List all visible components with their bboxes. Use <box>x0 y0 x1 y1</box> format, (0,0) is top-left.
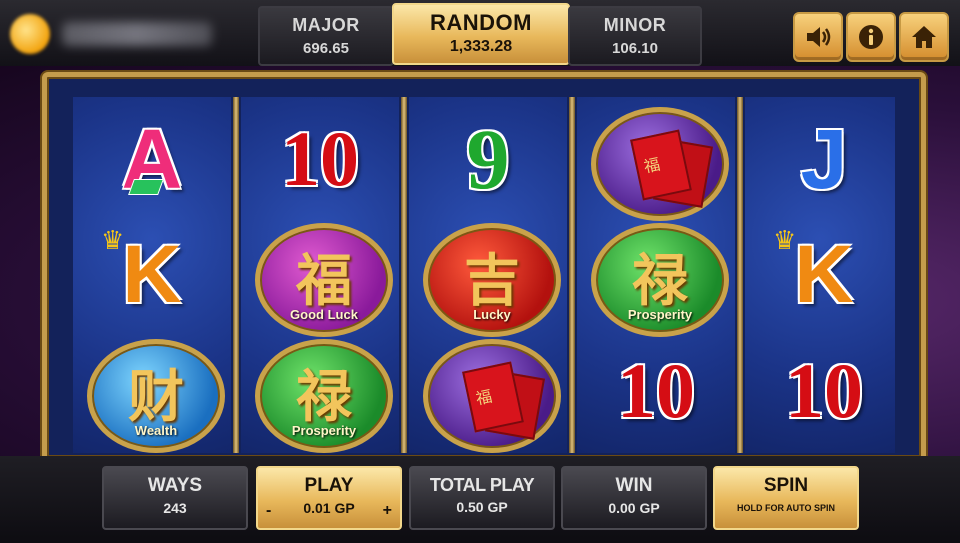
ways-display: WAYS 243 <box>102 466 248 530</box>
reel-divider <box>737 97 743 453</box>
letter-k: K <box>122 229 182 320</box>
prosperity-caption: Prosperity <box>627 307 693 322</box>
home-icon <box>912 26 936 48</box>
symbol-9: 9 <box>409 103 567 215</box>
reel-divider <box>401 97 407 453</box>
spin-label: SPIN <box>763 475 809 496</box>
info-button[interactable] <box>846 12 896 62</box>
info-icon <box>859 25 883 49</box>
total-play-label: TOTAL PLAY <box>429 475 535 495</box>
control-panel: WAYS 243 PLAY 0.01 GP - + TOTAL PLAY 0.5… <box>0 456 960 543</box>
sound-button[interactable] <box>793 12 843 62</box>
prosperity-char: 禄 <box>296 365 352 430</box>
speaker-icon <box>807 27 831 47</box>
wealth-coin: 财 Wealth <box>87 339 225 453</box>
red-envelope-coin: 福 <box>591 107 729 221</box>
symbol-wealth: 财 Wealth <box>73 335 231 453</box>
lucky-coin: 吉 Lucky <box>423 223 561 337</box>
jackpot-random: RANDOM 1,333.28 <box>392 3 570 65</box>
symbol-red-envelope: 福 <box>577 103 735 221</box>
ways-value: 243 <box>163 500 187 516</box>
symbol-j: J <box>745 103 903 215</box>
jackpot-major-label: MAJOR <box>292 15 360 35</box>
symbol-k: ♛ K <box>745 219 903 331</box>
jackpot-minor-label: MINOR <box>603 15 667 35</box>
home-button[interactable] <box>899 12 949 62</box>
good-luck-caption: Good Luck <box>290 307 358 322</box>
symbol-k: ♛ K <box>73 219 231 331</box>
reel-4: 福 禄 Prosperity 10 <box>577 97 735 453</box>
good-luck-coin: 福 Good Luck <box>255 223 393 337</box>
envelope-char: 福 <box>642 154 662 177</box>
reels-frame: A ♛ K 财 Wealth 10 福 Good Luck 禄 Prosperi… <box>42 72 926 462</box>
ways-label: WAYS <box>147 475 203 496</box>
symbol-good-luck: 福 Good Luck <box>241 219 399 337</box>
win-display: WIN 0.00 GP <box>561 466 707 530</box>
prosperity-coin: 禄 Prosperity <box>591 223 729 337</box>
red-envelope-coin: 福 <box>423 339 561 453</box>
spin-sub-label: HOLD FOR AUTO SPIN <box>736 503 835 513</box>
reel-divider <box>233 97 239 453</box>
jackpot-random-value: 1,333.28 <box>449 38 513 55</box>
symbol-10: 10 <box>577 335 735 447</box>
win-value: 0.00 GP <box>608 500 660 516</box>
reel-1: A ♛ K 财 Wealth <box>73 97 231 453</box>
jackpot-random-label: RANDOM <box>430 10 532 35</box>
symbol-10: 10 <box>745 335 903 447</box>
lucky-caption: Lucky <box>473 307 511 322</box>
logo-sun-icon <box>10 14 50 54</box>
logo-blurred-text <box>62 22 212 46</box>
letter-k: K <box>794 229 854 320</box>
jackpot-major-value: 696.65 <box>303 40 349 57</box>
number-9: 9 <box>466 111 510 207</box>
symbol-lucky: 吉 Lucky <box>409 219 567 337</box>
symbol-prosperity: 禄 Prosperity <box>577 219 735 337</box>
number-10: 10 <box>617 347 695 434</box>
play-bet-button[interactable]: PLAY 0.01 GP - + <box>256 466 402 530</box>
top-bar: MAJOR 696.65 RANDOM 1,333.28 MINOR 106.1… <box>0 0 960 66</box>
envelope-char: 福 <box>474 386 494 409</box>
play-label: PLAY <box>304 475 354 496</box>
symbol-a: A <box>73 103 231 215</box>
lucky-char: 吉 <box>464 249 520 314</box>
number-10: 10 <box>785 347 863 434</box>
prosperity-caption: Prosperity <box>291 423 357 438</box>
total-play-value: 0.50 GP <box>456 499 508 515</box>
wealth-caption: Wealth <box>134 423 178 438</box>
symbol-red-envelope: 福 <box>409 335 567 453</box>
reel-2: 10 福 Good Luck 禄 Prosperity <box>241 97 399 453</box>
symbol-prosperity: 禄 Prosperity <box>241 335 399 453</box>
play-value: 0.01 GP <box>303 500 355 516</box>
red-envelope-icon: 福 <box>462 361 524 433</box>
win-label: WIN <box>615 475 653 496</box>
reel-divider <box>569 97 575 453</box>
reel-5: J ♛ K 10 <box>745 97 895 453</box>
jackpot-minor: MINOR 106.10 <box>568 6 702 66</box>
reel-3: 9 吉 Lucky 福 <box>409 97 567 453</box>
jackpot-major: MAJOR 696.65 <box>258 6 394 66</box>
jackpot-minor-value: 106.10 <box>612 40 658 57</box>
spin-button[interactable]: SPIN HOLD FOR AUTO SPIN <box>713 466 859 530</box>
good-luck-char: 福 <box>296 249 352 314</box>
wealth-char: 财 <box>128 365 184 430</box>
letter-j: J <box>800 112 848 206</box>
prosperity-coin: 禄 Prosperity <box>255 339 393 453</box>
bet-increase-button[interactable]: + <box>383 502 392 520</box>
prosperity-char: 禄 <box>632 249 688 314</box>
gem-icon <box>128 179 164 195</box>
reels-stage: A ♛ K 财 Wealth 10 福 Good Luck 禄 Prosperi… <box>0 66 960 462</box>
symbol-10: 10 <box>241 103 399 215</box>
bet-decrease-button[interactable]: - <box>266 502 271 520</box>
red-envelope-icon: 福 <box>630 129 692 201</box>
number-10: 10 <box>281 115 359 202</box>
total-play-display: TOTAL PLAY 0.50 GP <box>409 466 555 530</box>
game-logo <box>10 10 225 58</box>
